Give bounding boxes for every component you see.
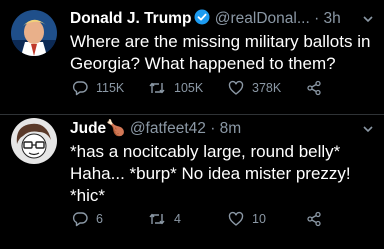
author-handle[interactable]: @fatfeet42 bbox=[130, 120, 206, 137]
tweet-actions: 6 4 10 bbox=[70, 211, 374, 231]
reply-icon bbox=[72, 211, 88, 227]
avatar[interactable] bbox=[11, 118, 57, 164]
timestamp[interactable]: 8m bbox=[220, 120, 242, 137]
tweet-2[interactable]: Jude🍗 @fatfeet42 · 8m *has a nocitcably … bbox=[0, 0, 384, 249]
like-button[interactable]: 10 bbox=[228, 211, 266, 227]
share-icon bbox=[306, 211, 322, 227]
author-name[interactable]: Jude bbox=[70, 120, 106, 137]
retweet-button[interactable]: 4 bbox=[148, 211, 181, 227]
tweet-text: *has a nocitcably large, round belly* Ha… bbox=[70, 142, 351, 205]
like-count: 10 bbox=[252, 212, 266, 226]
drumstick-icon: 🍗 bbox=[106, 120, 126, 137]
like-icon bbox=[228, 211, 244, 227]
share-button[interactable] bbox=[306, 211, 322, 227]
retweet-count: 4 bbox=[174, 212, 181, 226]
tweet-header: Jude🍗 @fatfeet42 · 8m bbox=[70, 119, 374, 139]
reply-count: 6 bbox=[96, 212, 103, 226]
separator-dot: · bbox=[210, 120, 216, 137]
reply-button[interactable]: 6 bbox=[72, 211, 103, 227]
retweet-icon bbox=[148, 211, 166, 227]
